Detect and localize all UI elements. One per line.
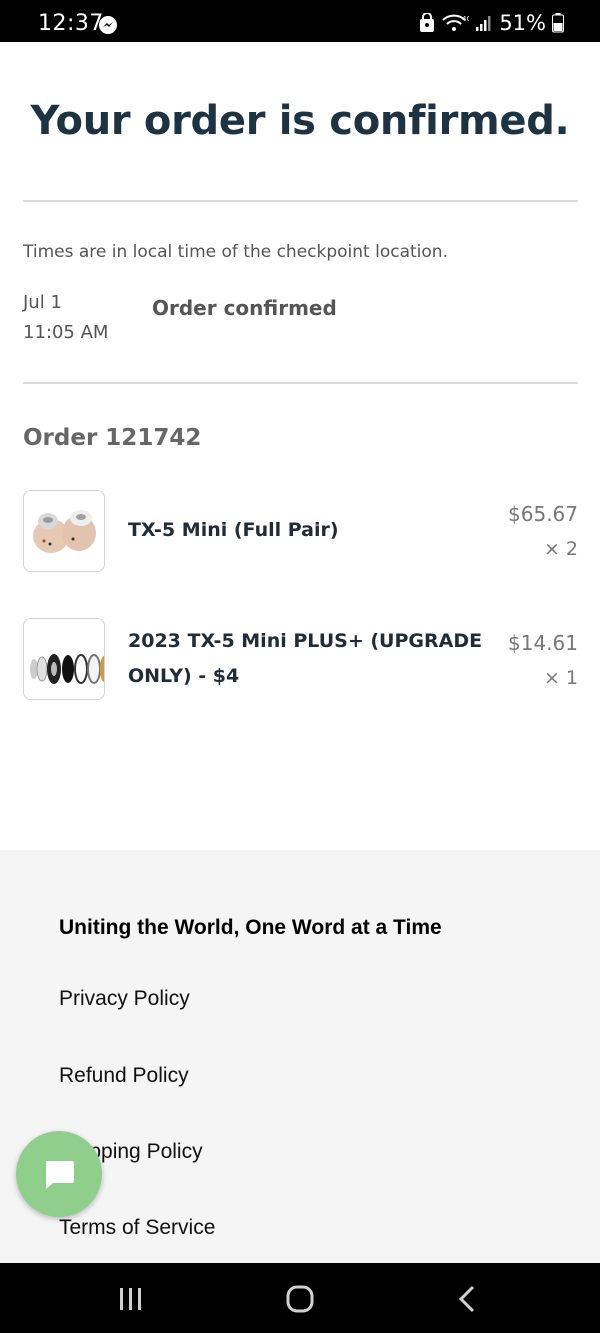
earbud-parts-image	[30, 654, 104, 684]
product-name-line: ONLY) - $4	[128, 665, 240, 687]
footer-tagline: Uniting the World, One Word at a Time	[59, 916, 442, 939]
divider	[23, 200, 578, 202]
product-name-line: 2023 TX-5 Mini PLUS+ (UPGRADE	[128, 630, 483, 652]
product-price: $14.61	[508, 631, 578, 655]
refund-policy-link[interactable]: Refund Policy	[59, 1064, 189, 1088]
battery-percent: 51%	[499, 11, 546, 35]
home-icon[interactable]	[286, 1285, 314, 1313]
earbuds-image	[33, 510, 96, 553]
battery-icon	[552, 13, 564, 33]
status-time: 12:37	[38, 11, 104, 36]
signal-icon	[476, 16, 491, 31]
event-status: Order confirmed	[152, 296, 337, 320]
product-name: 2023 TX-5 Mini PLUS+ (UPGRADE ONLY) - $4	[128, 624, 483, 694]
product-name: TX-5 Mini (Full Pair)	[128, 519, 339, 541]
navigation-bar	[0, 1263, 600, 1333]
divider	[23, 382, 578, 384]
wifi-icon: 4G	[442, 14, 469, 31]
chat-bubble-icon	[46, 1161, 74, 1189]
chat-button[interactable]	[16, 1131, 102, 1217]
order-title: Order 121742	[23, 425, 202, 451]
status-bar: 12:37 4G 51%	[0, 0, 600, 42]
product-quantity: × 2	[543, 538, 578, 560]
product-thumbnail[interactable]	[23, 490, 105, 572]
back-icon[interactable]	[456, 1285, 478, 1313]
event-date: Jul 1	[23, 292, 62, 313]
terms-of-service-link[interactable]: Terms of Service	[59, 1216, 215, 1240]
page-title: Your order is confirmed.	[30, 98, 570, 144]
event-time: 11:05 AM	[23, 322, 109, 343]
product-price: $65.67	[508, 502, 578, 526]
product-quantity: × 1	[543, 667, 578, 689]
product-thumbnail[interactable]	[23, 618, 105, 700]
messenger-icon	[99, 16, 117, 34]
svg-text:4G: 4G	[462, 15, 469, 23]
recent-apps-icon[interactable]	[118, 1286, 144, 1312]
timezone-note: Times are in local time of the checkpoin…	[23, 242, 448, 262]
privacy-policy-link[interactable]: Privacy Policy	[59, 987, 190, 1011]
status-icons: 4G 51%	[419, 11, 564, 35]
notification-lock-icon	[420, 13, 435, 32]
